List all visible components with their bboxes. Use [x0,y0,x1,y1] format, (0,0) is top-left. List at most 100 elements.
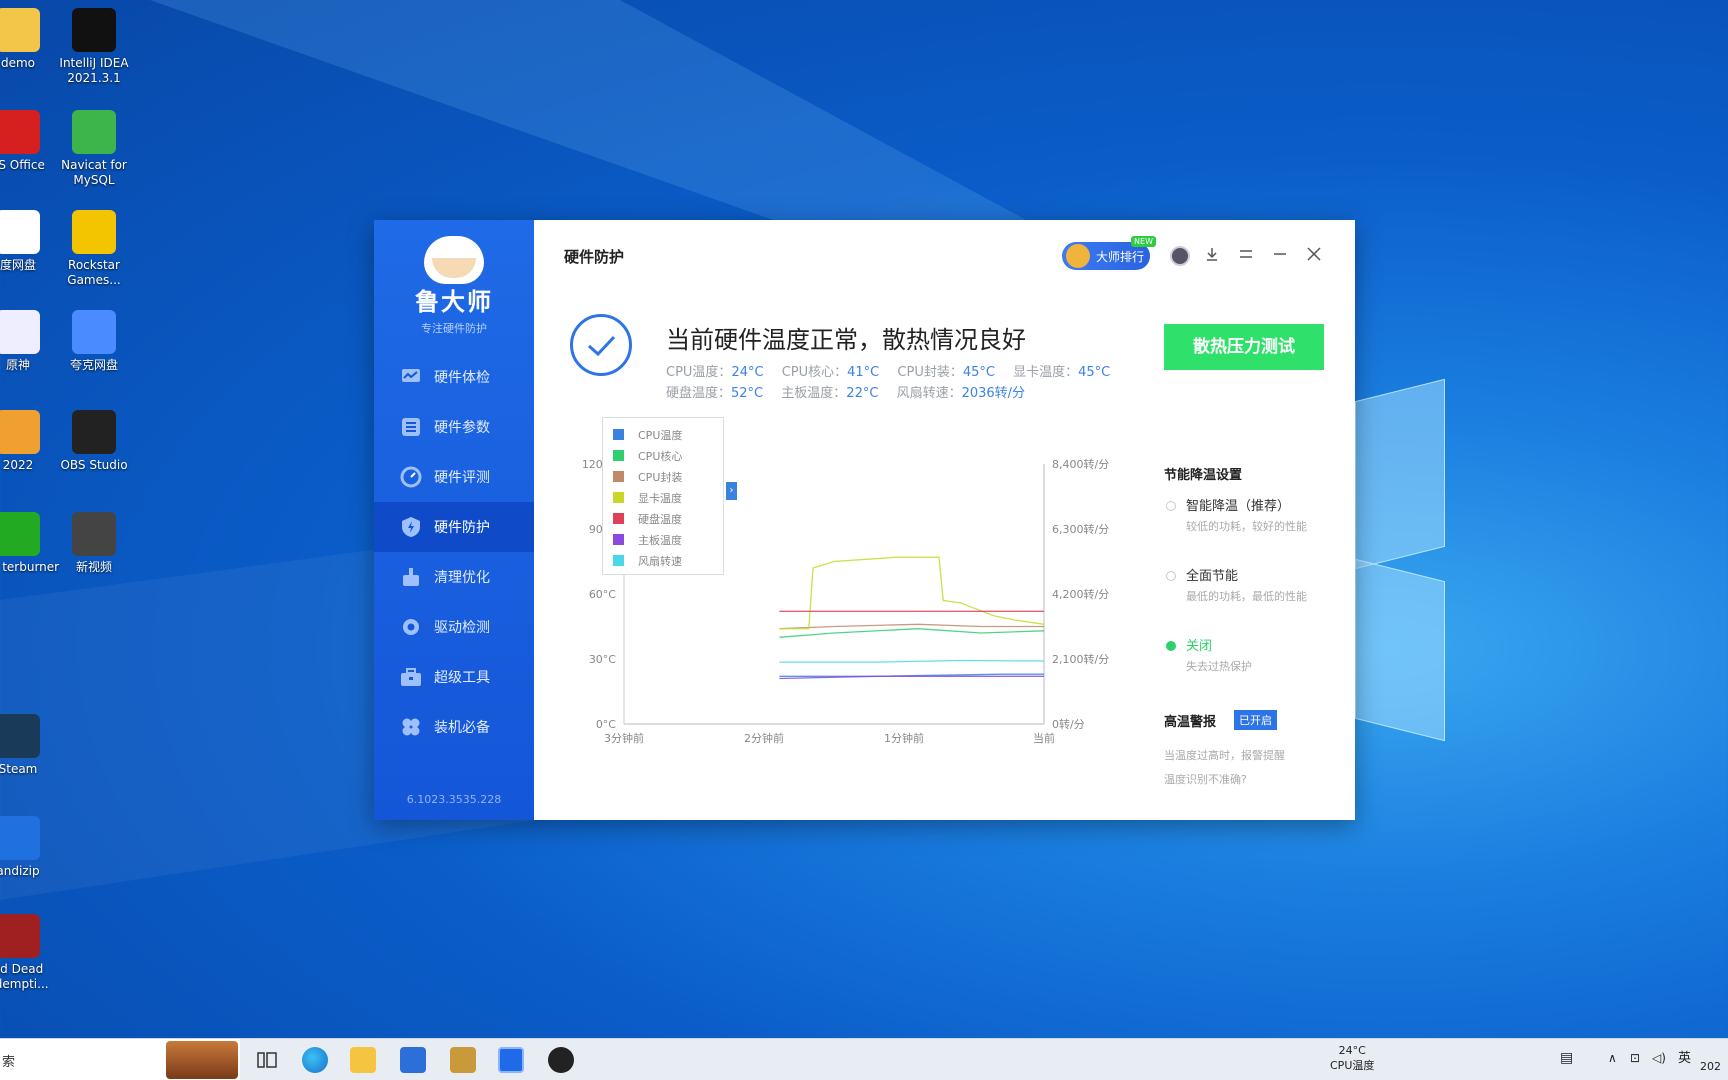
radio-button[interactable] [1166,501,1176,511]
alert-toggle[interactable]: 已开启 [1234,710,1278,730]
temp-inaccurate-link[interactable]: 温度识别不准确? [1164,768,1344,792]
y-tick-label-right: 6,300转/分 [1052,522,1109,536]
legend-item[interactable]: CPU核心 [613,445,713,466]
sidebar-item-super-tools[interactable]: 超级工具 [374,652,534,702]
temperature-metrics: CPU温度：24°C CPU核心：41°C CPU封装：45°C 显卡温度：45… [666,362,1146,404]
task-view-icon[interactable] [254,1047,280,1073]
y-tick-label-left: 30°C [589,653,616,666]
desktop-icon-rdr[interactable]: ed Dead edempti... [0,914,60,992]
user-avatar[interactable] [1170,246,1190,266]
metric-label: 主板温度： [781,386,847,401]
notification-icon[interactable]: ▤ [1560,1051,1573,1066]
clock[interactable]: 202 [1700,1059,1721,1074]
menu-icon [1240,250,1252,258]
y-tick-label-left: 60°C [589,588,616,601]
option-smart-cooling[interactable]: 智能降温（推荐） 较低的功耗，较好的性能 [1164,495,1344,565]
cpu-temp-tray[interactable]: 24°C CPU温度 [1330,1043,1374,1073]
app-box-icon[interactable] [450,1047,476,1073]
edge-icon[interactable] [302,1047,328,1073]
desktop-icon-msi[interactable]: MSI terburner [0,512,60,575]
option-off[interactable]: 关闭 失去过热保护 [1164,635,1344,705]
minimize-button[interactable] [1268,242,1292,266]
close-icon [1307,247,1321,261]
metrics-row-1: CPU温度：24°C CPU核心：41°C CPU封装：45°C 显卡温度：45… [666,362,1146,383]
menu-button[interactable] [1234,242,1258,266]
sidebar-item-hardware-params[interactable]: 硬件参数 [374,402,534,452]
legend-item[interactable]: 主板温度 [613,529,713,550]
close-button[interactable] [1302,242,1326,266]
desktop-icon-game-2022[interactable]: 2022 [0,410,60,473]
legend-item[interactable]: CPU封装 [613,466,713,487]
volume-icon[interactable]: ◁) [1652,1051,1666,1066]
sidebar-item-driver-check[interactable]: 驱动检测 [374,602,534,652]
radio-button-selected[interactable] [1166,641,1176,651]
taskbar: 索 24°C CPU温度 ▤ ∧ ⊡ ◁) 英 202 [0,1038,1728,1080]
desktop-icon-wps[interactable]: PS Office [0,110,60,173]
desktop-icon-obs[interactable]: OBS Studio [52,410,136,473]
intellij-icon [72,8,116,52]
list-icon [400,416,422,438]
desktop-icon-demo[interactable]: demo [0,8,60,71]
legend-item[interactable]: 显卡温度 [613,487,713,508]
desktop-icon-bandizip[interactable]: andizip [0,816,60,879]
desktop-icon-intellij[interactable]: IntelliJ IDEA 2021.3.1 [52,8,136,86]
series-line-风扇转速 [779,659,1045,663]
taskbar-app-icon[interactable] [548,1047,574,1073]
desktop-icon-rockstar[interactable]: Rockstar Games... [52,210,136,288]
option-label: 全面节能 [1186,569,1239,584]
metrics-row-2: 硬盘温度：52°C 主板温度：22°C 风扇转速：2036转/分 [666,383,1146,404]
desktop-icon-label: 新视频 [75,560,112,574]
legend-item[interactable]: 风扇转速 [613,550,713,571]
sidebar-item-label: 硬件参数 [434,420,490,436]
sidebar-item-essentials[interactable]: 装机必备 [374,702,534,752]
rockstar-icon [72,210,116,254]
option-label: 智能降温（推荐） [1186,499,1291,514]
legend-label: 风扇转速 [638,554,682,568]
legend-swatch [613,450,624,461]
sidebar-item-hardware-checkup[interactable]: 硬件体检 [374,352,534,402]
quark-icon [72,310,116,354]
desktop-icon-label: PS Office [0,158,45,172]
desktop-icon-genshin[interactable]: 原神 [0,310,60,373]
sidebar-item-label: 硬件评测 [434,470,490,486]
master-rank-button[interactable]: 大师排行 NEW [1062,236,1156,270]
radio-button[interactable] [1166,571,1176,581]
desktop-icon-label: 原神 [5,358,30,372]
monitor-icon [400,366,422,388]
option-full-saving[interactable]: 全面节能 最低的功耗，最低的性能 [1164,565,1344,635]
desktop-icon-navicat[interactable]: Navicat for MySQL [52,110,136,188]
legend-item[interactable]: CPU温度 [613,424,713,445]
genshin-icon [0,310,40,354]
shield-icon [400,516,422,538]
baidu-pan-icon [0,210,40,254]
series-line-CPU核心 [779,628,1045,638]
chevron-up-icon[interactable]: ∧ [1608,1051,1617,1066]
desktop-icon-new-video[interactable]: 新视频 [52,512,136,575]
mail-icon[interactable] [400,1047,426,1073]
steam-icon [0,714,40,758]
legend-item[interactable]: 硬盘温度 [613,508,713,529]
ime-indicator[interactable]: 英 [1678,1051,1691,1066]
sidebar-item-cleanup[interactable]: 清理优化 [374,552,534,602]
legend-collapse-arrow[interactable]: › [726,482,737,500]
x-tick-label: 当前 [1033,731,1055,745]
new-badge: NEW [1131,236,1156,247]
desktop-icon-label: OBS Studio [60,458,128,472]
stress-test-button[interactable]: 散热压力测试 [1164,324,1324,370]
ludashi-taskbar-icon[interactable] [498,1047,524,1073]
sidebar-item-label: 清理优化 [434,570,490,586]
metric-value: 45°C [1078,365,1111,380]
network-icon[interactable]: ⊡ [1630,1051,1640,1066]
legend-swatch [613,471,624,482]
file-explorer-icon[interactable] [350,1047,376,1073]
download-button[interactable] [1200,242,1224,266]
desktop-icon-baidu-pan[interactable]: 度网盘 [0,210,60,273]
legend-label: CPU封装 [638,470,683,484]
metric-value: 52°C [731,386,764,401]
page-title: 硬件防护 [564,248,625,266]
sidebar-nav: 硬件体检 硬件参数 硬件评测 硬件防护 清理优化 驱动检测 超级工具 装机必备 [374,352,534,752]
desktop-icon-quark[interactable]: 夸克网盘 [52,310,136,373]
sidebar-item-hardware-protection[interactable]: 硬件防护 [374,502,534,552]
desktop-icon-steam[interactable]: Steam [0,714,60,777]
sidebar-item-hardware-benchmark[interactable]: 硬件评测 [374,452,534,502]
